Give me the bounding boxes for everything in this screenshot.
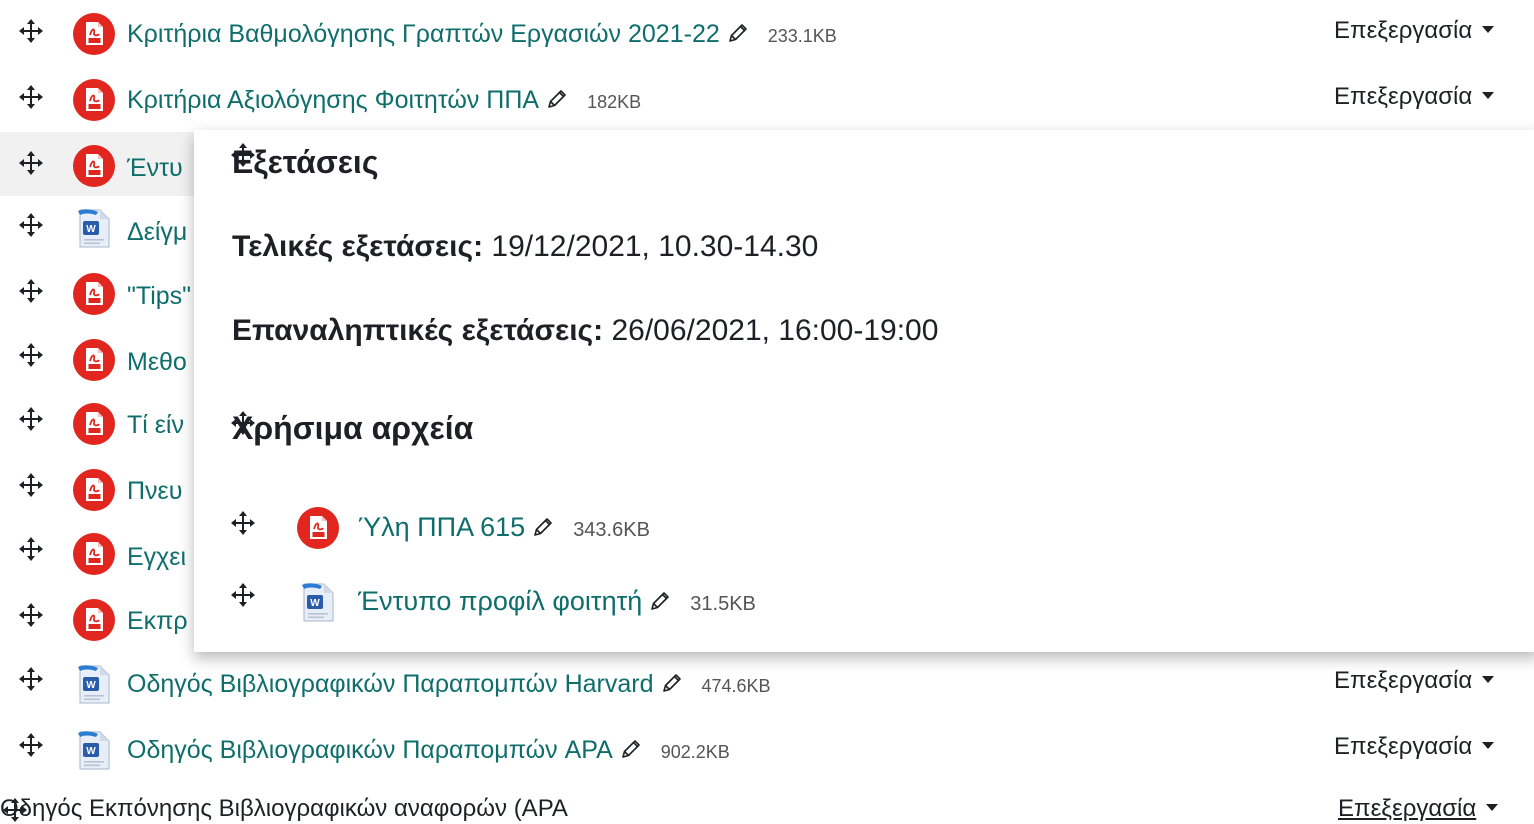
file-link[interactable]: Οδηγός Βιβλιογραφικών Παραπομπών APA 902.… [127,736,730,765]
pdf-icon [296,506,340,550]
move-icon[interactable] [18,472,44,498]
file-size: 233.1KB [767,26,837,46]
repeat-exams-line: Επαναληπτικές εξετάσεις: 26/06/2021, 16:… [232,314,938,348]
edit-label[interactable]: Επεξεργασία [1334,17,1472,44]
file-link[interactable]: Τί είν [127,411,184,440]
file-link[interactable]: Εκπρ [127,607,188,636]
file-name[interactable]: Κριτήρια Αξιολόγησης Φοιτητών ΠΠΑ [127,86,539,114]
section-heading: Εξετάσεις [232,144,379,180]
word-icon [72,206,116,250]
section-title: Οδηγός Εκπόνησης Βιβλιογραφικών αναφορών… [0,795,568,822]
final-exams-line: Τελικές εξετάσεις: 19/12/2021, 10.30-14.… [232,230,818,264]
move-icon[interactable] [18,84,44,110]
move-icon[interactable] [18,536,44,562]
final-exams-value: 19/12/2021, 10.30-14.30 [483,230,819,263]
word-icon [72,662,116,706]
file-link[interactable]: Οδηγός Βιβλιογραφικών Παραπομπών Harvard… [127,670,771,699]
pdf-icon [72,78,116,122]
edit-menu[interactable]: Επεξεργασία [1338,795,1499,823]
file-link[interactable]: Ύλη ΠΠΑ 615 343.6KB [358,512,650,543]
file-name[interactable]: Ύλη ΠΠΑ 615 [358,512,525,542]
repeat-exams-value: 26/06/2021, 16:00-19:00 [603,314,939,347]
move-icon[interactable] [18,150,44,176]
edit-menu[interactable]: Επεξεργασία [1334,667,1534,695]
pdf-icon [72,338,116,382]
pencil-icon[interactable] [660,671,684,695]
file-size: 474.6KB [701,676,771,696]
file-name[interactable]: Κριτήρια Βαθμολόγησης Γραπτών Εργασιών 2… [127,20,720,48]
file-name[interactable]: Οδηγός Βιβλιογραφικών Παραπομπών APA [127,736,613,764]
edit-label[interactable]: Επεξεργασία [1334,667,1472,694]
move-icon[interactable] [18,732,44,758]
move-icon[interactable] [18,212,44,238]
pdf-icon [72,468,116,512]
edit-menu[interactable]: Επεξεργασία [1334,17,1534,45]
move-icon[interactable] [18,342,44,368]
pencil-icon[interactable] [619,737,643,761]
file-link[interactable]: Κριτήρια Βαθμολόγησης Γραπτών Εργασιών 2… [127,20,837,49]
file-row: Κριτήρια Αξιολόγησης Φοιτητών ΠΠΑ 182KB Ε… [0,66,1534,130]
move-icon[interactable] [230,510,256,536]
drag-preview-panel: Εξετάσεις Τελικές εξετάσεις: 19/12/2021,… [194,130,1534,652]
caret-down-icon[interactable] [1482,742,1495,749]
pencil-icon[interactable] [545,87,569,111]
edit-menu[interactable]: Επεξεργασία [1334,83,1534,111]
edit-label[interactable]: Επεξεργασία [1338,795,1476,822]
edit-menu[interactable]: Επεξεργασία [1334,733,1534,761]
file-link[interactable]: Έντυ [127,154,183,183]
pdf-icon [72,12,116,56]
file-name[interactable]: Οδηγός Βιβλιογραφικών Παραπομπών Harvard [127,670,654,698]
pencil-icon[interactable] [648,589,672,613]
pencil-icon[interactable] [726,21,750,45]
file-size: 343.6KB [573,519,650,541]
file-link[interactable]: Μεθο [127,348,187,377]
file-row: Ύλη ΠΠΑ 615 343.6KB [194,498,1534,558]
word-icon [72,728,116,772]
section-heading: Χρήσιμα αρχεία [232,410,474,446]
edit-label[interactable]: Επεξεργασία [1334,733,1472,760]
word-icon [296,580,340,624]
file-size: 182KB [587,92,642,112]
file-name[interactable]: Έντυπο προφίλ φοιτητή [358,586,642,616]
move-icon[interactable] [18,602,44,628]
pdf-icon [72,272,116,316]
file-link[interactable]: "Tips" [127,282,191,311]
move-icon[interactable] [18,406,44,432]
repeat-exams-label: Επαναληπτικές εξετάσεις: [232,314,604,347]
file-link[interactable]: Κριτήρια Αξιολόγησης Φοιτητών ΠΠΑ 182KB [127,86,641,115]
file-link[interactable]: Εγχει [127,543,186,572]
move-icon[interactable] [18,666,44,692]
file-row: Οδηγός Βιβλιογραφικών Παραπομπών Harvard… [0,656,1534,720]
caret-down-icon[interactable] [1482,26,1495,33]
final-exams-label: Τελικές εξετάσεις: [232,230,484,263]
caret-down-icon[interactable] [1482,92,1495,99]
file-row: Κριτήρια Βαθμολόγησης Γραπτών Εργασιών 2… [0,0,1534,64]
caret-down-icon[interactable] [1482,676,1495,683]
file-size: 31.5KB [690,593,756,615]
edit-label[interactable]: Επεξεργασία [1334,83,1472,110]
caret-down-icon[interactable] [1486,804,1499,811]
move-icon[interactable] [18,18,44,44]
pdf-icon [72,402,116,446]
file-link[interactable]: Έντυπο προφίλ φοιτητή 31.5KB [358,586,756,617]
pdf-icon [72,598,116,642]
file-row: Έντυπο προφίλ φοιτητή 31.5KB [194,574,1534,634]
move-icon[interactable] [18,278,44,304]
pdf-icon [72,532,116,576]
move-icon[interactable] [230,582,256,608]
pencil-icon[interactable] [531,515,555,539]
pdf-icon [72,144,116,188]
file-size: 902.2KB [660,742,730,762]
file-row: Οδηγός Βιβλιογραφικών Παραπομπών APA 902.… [0,722,1534,786]
file-link[interactable]: Δείγμ [127,218,187,247]
file-link[interactable]: Πνευ [127,477,182,506]
